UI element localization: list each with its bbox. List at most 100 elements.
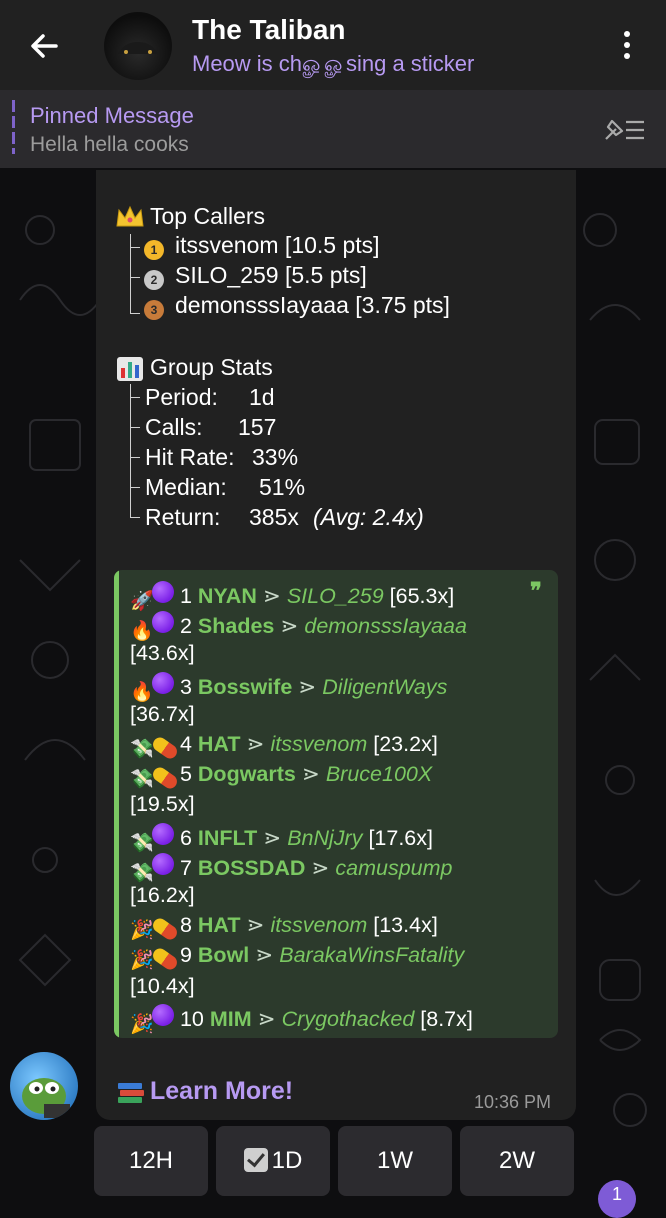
- leaderboard-row: 🔥 2 Shades ⋗ demonsssIayaaa: [130, 611, 467, 642]
- arrow-separator: ⋗: [256, 584, 287, 608]
- ticker-link[interactable]: Bowl: [198, 943, 249, 967]
- tree-branch: [130, 457, 140, 458]
- arrow-separator: ⋗: [240, 732, 271, 756]
- leaderboard-row: 💸 6 INFLT ⋗ BnNjJry [17.6x]: [130, 822, 433, 854]
- arrow-separator: ⋗: [240, 913, 271, 938]
- purple-circle-icon: [152, 611, 174, 634]
- user-link[interactable]: itssvenom: [270, 913, 367, 937]
- money-wings-icon: 💸: [130, 769, 154, 791]
- ticker-link[interactable]: Dogwarts: [198, 762, 296, 786]
- user-link[interactable]: itssvenom: [270, 732, 367, 756]
- user-link[interactable]: Crygothacked: [282, 1007, 415, 1031]
- purple-circle-icon: [152, 581, 174, 603]
- multiplier: [10.4x]: [130, 973, 195, 998]
- back-arrow-icon[interactable]: [24, 26, 64, 66]
- leaderboard-row: 🚀 1 NYAN ⋗ SILO_259 [65.3x]: [130, 581, 455, 612]
- tree-line: [130, 234, 131, 314]
- stat-label: Hit Rate:: [145, 444, 235, 470]
- pill-icon: [150, 764, 180, 792]
- multiplier: [17.6x]: [368, 825, 433, 850]
- arrow-separator: ⋗: [257, 825, 288, 850]
- ticker-link[interactable]: INFLT: [198, 826, 257, 850]
- stat-value: 157: [238, 414, 277, 440]
- rocket-icon: 🚀: [130, 591, 154, 612]
- pepe-avatar-icon: [22, 1078, 70, 1118]
- pinned-message-bar[interactable]: Pinned Message Hella hella cooks: [0, 90, 666, 168]
- unpin-icon[interactable]: [600, 113, 648, 147]
- tree-branch: [130, 487, 140, 488]
- user-link[interactable]: SILO_259: [287, 584, 384, 608]
- party-icon: 🎉: [130, 1013, 154, 1035]
- caller-item: itssvenom [10.5 pts]: [175, 232, 380, 258]
- multiplier: [8.7x]: [420, 1006, 473, 1031]
- money-wings-icon: 💸: [130, 739, 154, 760]
- multiplier: [36.7x]: [130, 701, 195, 726]
- multiplier: [43.6x]: [130, 641, 195, 666]
- tree-branch: [130, 517, 140, 518]
- rank-number: 2: [174, 614, 198, 639]
- stat-label: Period:: [145, 384, 218, 410]
- bar-chart-icon: [117, 357, 143, 381]
- pinned-label: Pinned Message: [30, 103, 194, 128]
- chat-title[interactable]: The Taliban: [192, 14, 346, 46]
- ticker-link[interactable]: NYAN: [198, 584, 257, 608]
- pinned-text: Hella hella cooks: [30, 133, 189, 156]
- arrow-separator: ⋗: [305, 855, 336, 880]
- arrow-separator: ⋗: [251, 1006, 282, 1031]
- user-link[interactable]: Bruce100X: [326, 762, 432, 786]
- stat-value: 385x: [249, 504, 299, 530]
- pill-icon: [150, 946, 180, 973]
- crown-icon: [116, 205, 144, 227]
- unread-badge[interactable]: 1: [598, 1180, 636, 1218]
- stat-value: 33%: [252, 444, 299, 470]
- ticker-link[interactable]: MIM: [210, 1007, 252, 1031]
- more-vert-icon[interactable]: [612, 28, 642, 64]
- leaderboard-row: 💸 5 Dogwarts ⋗ Bruce100X: [130, 762, 432, 792]
- leaderboard-row: 🎉 9 Bowl ⋗ BarakaWinsFatality: [130, 943, 464, 973]
- purple-circle-icon: [152, 852, 174, 875]
- rank-number: 8: [174, 913, 198, 938]
- bronze-medal-icon: 3: [144, 300, 164, 320]
- user-link[interactable]: BnNjJry: [287, 826, 362, 850]
- quote-bar: [114, 570, 119, 1038]
- ticker-link[interactable]: Shades: [198, 614, 274, 638]
- range-button-1d[interactable]: 1D: [216, 1126, 330, 1196]
- arrow-separator: ⋗: [292, 674, 323, 699]
- ticker-link[interactable]: BOSSDAD: [198, 856, 306, 880]
- purple-circle-icon: [152, 1003, 174, 1026]
- tree-branch: [130, 397, 140, 398]
- multiplier: [65.3x]: [389, 584, 455, 608]
- learn-more-link[interactable]: Learn More!: [150, 1077, 293, 1106]
- stat-label: Median:: [145, 474, 227, 500]
- leaderboard-row-continuation: [10.4x]: [130, 974, 195, 999]
- sender-avatar[interactable]: [10, 1052, 78, 1120]
- party-icon: 🎉: [130, 920, 154, 942]
- rank-number: 9: [174, 943, 198, 968]
- chat-avatar[interactable]: [104, 12, 172, 80]
- ticker-link[interactable]: HAT: [198, 732, 241, 756]
- tree-branch: [130, 427, 140, 428]
- purple-circle-icon: [152, 822, 174, 845]
- top-callers-title: Top Callers: [150, 203, 266, 229]
- stat-label: Return:: [145, 504, 221, 530]
- chat-header: The Taliban Meow is chௐௐsing a sticker: [0, 0, 666, 90]
- user-link[interactable]: demonsssIayaaa: [304, 614, 467, 638]
- ticker-link[interactable]: HAT: [198, 913, 241, 937]
- user-link[interactable]: DiligentWays: [322, 675, 447, 699]
- ticker-link[interactable]: Bosswife: [198, 675, 292, 699]
- range-button-label: 12H: [128, 1147, 174, 1174]
- leaderboard-row-continuation: [19.5x]: [130, 792, 195, 817]
- books-icon: [118, 1083, 144, 1103]
- range-button-12h[interactable]: 12H: [94, 1126, 208, 1196]
- range-button-2w[interactable]: 2W: [460, 1126, 574, 1196]
- leaderboard-row: 🎉 8 HAT ⋗ itssvenom [13.4x]: [130, 913, 438, 943]
- range-button-1w[interactable]: 1W: [338, 1126, 452, 1196]
- purple-circle-icon: [152, 671, 174, 694]
- range-button-label: 2W: [499, 1147, 535, 1174]
- user-link[interactable]: BarakaWinsFatality: [279, 943, 464, 967]
- stat-extra: (Avg: 2.4x): [313, 504, 424, 530]
- money-wings-icon: 💸: [130, 832, 154, 854]
- typing-status: Meow is chௐௐsing a sticker: [192, 51, 475, 76]
- rank-number: 3: [174, 674, 198, 699]
- user-link[interactable]: camuspump: [335, 856, 452, 880]
